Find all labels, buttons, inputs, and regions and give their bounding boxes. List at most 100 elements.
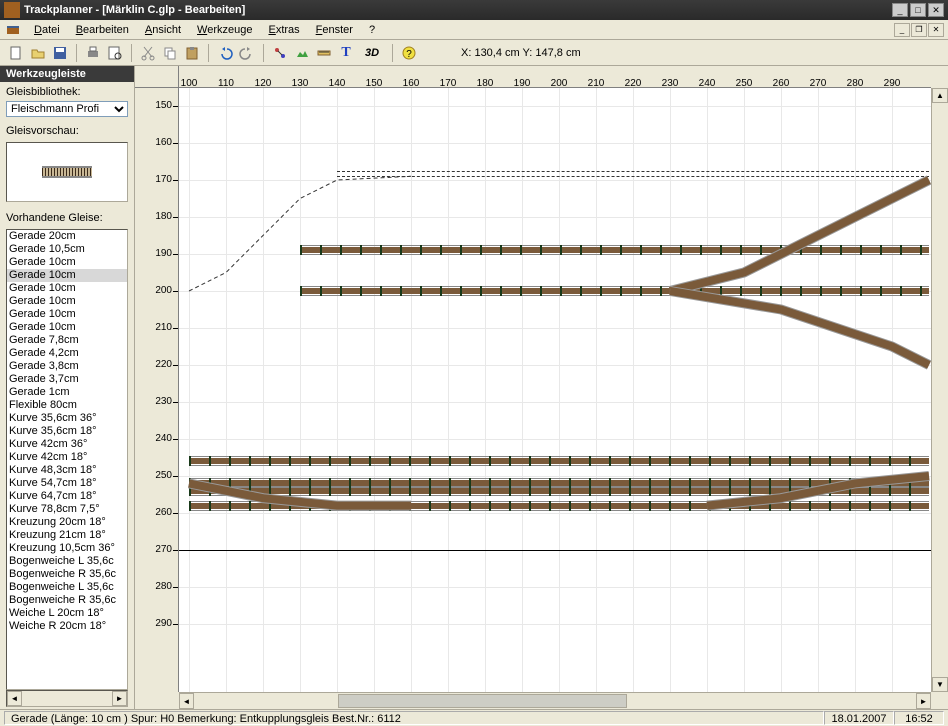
paste-button[interactable] <box>182 43 202 63</box>
window-controls: _ □ ✕ <box>892 3 944 17</box>
print-button[interactable] <box>83 43 103 63</box>
canvas-area: 1001101201301401501601701801902002102202… <box>135 66 948 709</box>
list-item[interactable]: Gerade 4,2cm <box>7 347 127 360</box>
list-item[interactable]: Kreuzung 21cm 18° <box>7 529 127 542</box>
list-item[interactable]: Bogenweiche R 35,6c <box>7 594 127 607</box>
new-button[interactable] <box>6 43 26 63</box>
list-item[interactable]: Kurve 35,6cm 36° <box>7 412 127 425</box>
scroll-right-icon[interactable]: ► <box>112 691 127 706</box>
list-item[interactable]: Gerade 3,7cm <box>7 373 127 386</box>
help-button[interactable]: ? <box>399 43 419 63</box>
list-item[interactable]: Flexible 80cm <box>7 399 127 412</box>
preview-label: Gleisvorschau: <box>6 125 128 137</box>
list-item[interactable]: Bogenweiche L 35,6c <box>7 555 127 568</box>
titlebar: Trackplanner - [Märklin C.glp - Bearbeit… <box>0 0 948 20</box>
ruler-horizontal: 1001101201301401501601701801902002102202… <box>179 66 931 88</box>
track-segment[interactable] <box>337 171 929 177</box>
track-segment[interactable] <box>189 501 929 511</box>
status-time: 16:52 <box>894 711 944 725</box>
scroll-down-icon[interactable]: ▼ <box>932 677 948 692</box>
svg-text:?: ? <box>406 49 412 60</box>
list-item[interactable]: Gerade 3,8cm <box>7 360 127 373</box>
list-item[interactable]: Gerade 10cm <box>7 269 127 282</box>
text-tool-button[interactable]: T <box>336 43 356 63</box>
redo-button[interactable] <box>237 43 257 63</box>
sidebar-header: Werkzeugleiste <box>0 66 134 82</box>
track-list[interactable]: Gerade 20cmGerade 10,5cmGerade 10cmGerad… <box>6 229 128 690</box>
list-item[interactable]: Kreuzung 10,5cm 36° <box>7 542 127 555</box>
scroll-left-icon[interactable]: ◄ <box>7 691 22 706</box>
mdi-close-button[interactable]: ✕ <box>928 23 944 37</box>
list-item[interactable]: Gerade 10cm <box>7 321 127 334</box>
hscroll-thumb[interactable] <box>338 694 627 708</box>
print-preview-button[interactable] <box>105 43 125 63</box>
mdi-icon[interactable] <box>4 22 22 38</box>
canvas-vscroll[interactable]: ▲ ▼ <box>931 88 948 692</box>
list-item[interactable]: Gerade 10cm <box>7 295 127 308</box>
menu-tools[interactable]: Werkzeuge <box>189 22 260 38</box>
list-item[interactable]: Kurve 54,7cm 18° <box>7 477 127 490</box>
minimize-button[interactable]: _ <box>892 3 908 17</box>
copy-button[interactable] <box>160 43 180 63</box>
canvas-hscroll[interactable]: ◄ ► <box>179 692 931 709</box>
save-button[interactable] <box>50 43 70 63</box>
tool-scenery-button[interactable] <box>292 43 312 63</box>
tool-track-button[interactable] <box>270 43 290 63</box>
toolbar: T 3D ? X: 130,4 cm Y: 147,8 cm <box>0 40 948 66</box>
track-segment[interactable] <box>300 245 929 255</box>
undo-button[interactable] <box>215 43 235 63</box>
menu-view[interactable]: Ansicht <box>137 22 189 38</box>
list-item[interactable]: Kurve 48,3cm 18° <box>7 464 127 477</box>
workarea: Werkzeugleiste Gleisbibliothek: Fleischm… <box>0 66 948 709</box>
close-button[interactable]: ✕ <box>928 3 944 17</box>
list-item[interactable]: Gerade 7,8cm <box>7 334 127 347</box>
menu-help[interactable]: ? <box>361 22 383 38</box>
open-button[interactable] <box>28 43 48 63</box>
preview-box <box>6 142 128 202</box>
list-item[interactable]: Kurve 42cm 18° <box>7 451 127 464</box>
coord-readout: X: 130,4 cm Y: 147,8 cm <box>461 47 581 59</box>
list-item[interactable]: Gerade 10cm <box>7 282 127 295</box>
menu-window[interactable]: Fenster <box>308 22 361 38</box>
drawing-canvas[interactable] <box>179 88 931 692</box>
list-item[interactable]: Gerade 10,5cm <box>7 243 127 256</box>
maximize-button[interactable]: □ <box>910 3 926 17</box>
list-item[interactable]: Kurve 78,8cm 7,5° <box>7 503 127 516</box>
cut-button[interactable] <box>138 43 158 63</box>
tool-measure-button[interactable] <box>314 43 334 63</box>
list-item[interactable]: Weiche R 20cm 18° <box>7 620 127 633</box>
mdi-controls: _ ❐ ✕ <box>894 23 944 37</box>
list-item[interactable]: Kurve 64,7cm 18° <box>7 490 127 503</box>
track-segment[interactable] <box>189 456 929 466</box>
menu-file[interactable]: Datei <box>26 22 68 38</box>
status-text: Gerade (Länge: 10 cm ) Spur: H0 Bemerkun… <box>4 711 824 725</box>
track-segment[interactable] <box>189 486 929 496</box>
app-icon <box>4 2 20 18</box>
window-title: Trackplanner - [Märklin C.glp - Bearbeit… <box>24 4 892 16</box>
list-item[interactable]: Gerade 10cm <box>7 308 127 321</box>
mdi-minimize-button[interactable]: _ <box>894 23 910 37</box>
library-label: Gleisbibliothek: <box>6 86 128 98</box>
list-item[interactable]: Weiche L 20cm 18° <box>7 607 127 620</box>
tracklist-hscroll[interactable]: ◄ ► <box>6 690 128 707</box>
track-segment[interactable] <box>300 286 929 296</box>
ruler-corner <box>135 66 179 88</box>
list-item[interactable]: Gerade 1cm <box>7 386 127 399</box>
list-item[interactable]: Kreuzung 20cm 18° <box>7 516 127 529</box>
mdi-restore-button[interactable]: ❐ <box>911 23 927 37</box>
menu-extras[interactable]: Extras <box>260 22 307 38</box>
3d-view-button[interactable]: 3D <box>358 43 386 63</box>
list-item[interactable]: Kurve 35,6cm 18° <box>7 425 127 438</box>
list-item[interactable]: Kurve 42cm 36° <box>7 438 127 451</box>
scroll-right-icon[interactable]: ► <box>916 693 931 709</box>
list-item[interactable]: Bogenweiche R 35,6c <box>7 568 127 581</box>
list-item[interactable]: Bogenweiche L 35,6c <box>7 581 127 594</box>
scroll-up-icon[interactable]: ▲ <box>932 88 948 103</box>
scroll-left-icon[interactable]: ◄ <box>179 693 194 709</box>
list-item[interactable]: Gerade 10cm <box>7 256 127 269</box>
menu-edit[interactable]: Bearbeiten <box>68 22 137 38</box>
library-select[interactable]: Fleischmann Profi <box>6 101 128 117</box>
list-item[interactable]: Gerade 20cm <box>7 230 127 243</box>
available-label: Vorhandene Gleise: <box>6 212 128 224</box>
preview-track-icon <box>42 166 92 178</box>
